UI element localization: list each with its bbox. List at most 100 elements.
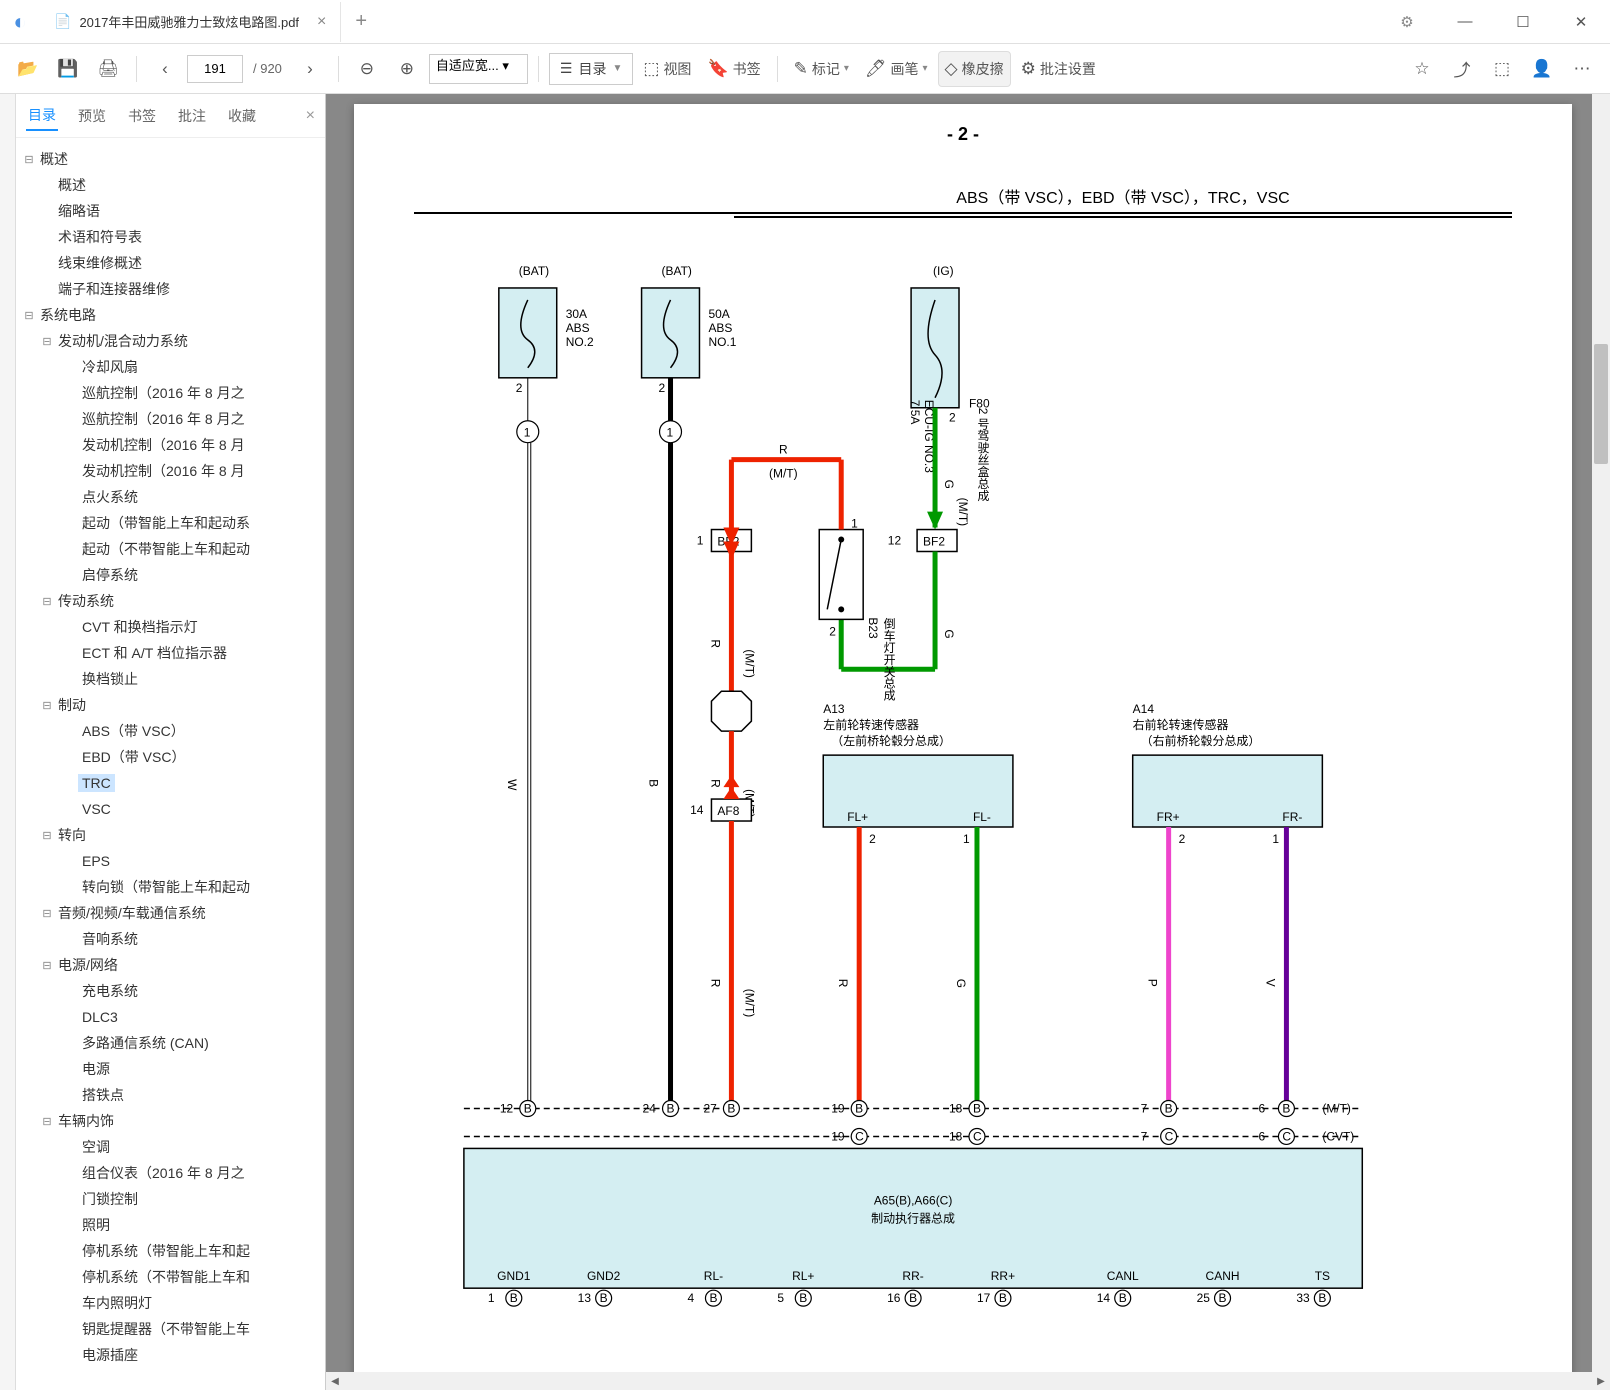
svg-text:C: C [1282, 1129, 1291, 1143]
toc-item[interactable]: 发动机控制（2016 年 8 月 [16, 432, 325, 458]
brush-button[interactable]: 🖊 画笔 ▾ [859, 51, 934, 87]
toc-toggle-icon[interactable]: ⊟ [40, 699, 54, 712]
toc-item[interactable]: 巡航控制（2016 年 8 月之 [16, 406, 325, 432]
svg-text:12: 12 [888, 534, 902, 548]
toc-item[interactable]: 点火系统 [16, 484, 325, 510]
minimize-button[interactable]: — [1436, 0, 1494, 44]
toc-item[interactable]: 搭铁点 [16, 1082, 325, 1108]
scroll-left-icon[interactable]: ◀ [326, 1372, 344, 1390]
vertical-scrollbar[interactable] [1592, 94, 1610, 1372]
toc-toggle-icon[interactable]: ⊟ [40, 829, 54, 842]
toc-item[interactable]: ⊟转向 [16, 822, 325, 848]
toc-item[interactable]: ⊟传动系统 [16, 588, 325, 614]
toc-item[interactable]: 换档锁止 [16, 666, 325, 692]
toc-item[interactable]: 起动（不带智能上车和起动 [16, 536, 325, 562]
new-tab-button[interactable]: + [341, 10, 381, 33]
page-number-input[interactable] [187, 55, 243, 83]
toc-item[interactable]: ECT 和 A/T 档位指示器 [16, 640, 325, 666]
toc-item[interactable]: 车内照明灯 [16, 1290, 325, 1316]
horizontal-scrollbar[interactable]: ◀ ▶ [326, 1372, 1610, 1390]
tab-favorite[interactable]: 收藏 [226, 102, 258, 130]
toc-toggle-icon[interactable]: ⊟ [40, 335, 54, 348]
mark-button[interactable]: ✎ 标记 ▾ [788, 51, 855, 87]
toc-toggle-icon[interactable]: ⊟ [22, 153, 36, 166]
toc-item[interactable]: 起动（带智能上车和起动系 [16, 510, 325, 536]
user-icon[interactable]: 👤 [1524, 51, 1560, 87]
tab-bookmark[interactable]: 书签 [126, 102, 158, 130]
toc-item[interactable]: TRC [16, 770, 325, 796]
toc-item[interactable]: DLC3 [16, 1004, 325, 1030]
toc-item[interactable]: 线束维修概述 [16, 250, 325, 276]
toc-item[interactable]: 多路通信系统 (CAN) [16, 1030, 325, 1056]
settings-icon[interactable]: ⚙ [1378, 0, 1436, 44]
toc-item[interactable]: 冷却风扇 [16, 354, 325, 380]
close-window-button[interactable]: ✕ [1552, 0, 1610, 44]
toc-item[interactable]: 概述 [16, 172, 325, 198]
toc-item[interactable]: 充电系统 [16, 978, 325, 1004]
toc-toggle-icon[interactable]: ⊟ [40, 595, 54, 608]
toc-toggle-icon[interactable]: ⊟ [40, 1115, 54, 1128]
toc-item[interactable]: ⊟系统电路 [16, 302, 325, 328]
toc-item[interactable]: 术语和符号表 [16, 224, 325, 250]
scroll-right-icon[interactable]: ▶ [1592, 1372, 1610, 1390]
toc-item[interactable]: ⊟电源/网络 [16, 952, 325, 978]
view-mode-button[interactable]: ⬚ 视图 [637, 51, 697, 87]
print-icon[interactable]: 🖨 [90, 51, 126, 87]
save-icon[interactable]: 💾 [50, 51, 86, 87]
toc-toggle-icon[interactable]: ⊟ [40, 959, 54, 972]
toc-item[interactable]: ⊟车辆内饰 [16, 1108, 325, 1134]
zoom-select[interactable]: 自适应宽... ▾ [429, 54, 528, 84]
toc-item[interactable]: CVT 和换档指示灯 [16, 614, 325, 640]
prev-page-icon[interactable]: ‹ [147, 51, 183, 87]
toc-item[interactable]: 组合仪表（2016 年 8 月之 [16, 1160, 325, 1186]
annotation-settings-button[interactable]: ⚙ 批注设置 [1015, 51, 1102, 87]
toc-item[interactable]: 停机系统（带智能上车和起 [16, 1238, 325, 1264]
toc-item[interactable]: 端子和连接器维修 [16, 276, 325, 302]
close-sidebar-icon[interactable]: × [306, 107, 315, 125]
toc-item[interactable]: 巡航控制（2016 年 8 月之 [16, 380, 325, 406]
zoom-out-icon[interactable]: ⊖ [349, 51, 385, 87]
toc-item[interactable]: 钥匙提醒器（不带智能上车 [16, 1316, 325, 1342]
toc-item[interactable]: EPS [16, 848, 325, 874]
tab-annotation[interactable]: 批注 [176, 102, 208, 130]
svg-text:2: 2 [659, 381, 666, 395]
toc-item[interactable]: 停机系统（不带智能上车和 [16, 1264, 325, 1290]
zoom-in-icon[interactable]: ⊕ [389, 51, 425, 87]
tab-preview[interactable]: 预览 [76, 102, 108, 130]
toc-item[interactable]: ABS（带 VSC） [16, 718, 325, 744]
toc-item[interactable]: 电源 [16, 1056, 325, 1082]
toc-item[interactable]: 缩略语 [16, 198, 325, 224]
share-icon[interactable]: ⤴ [1444, 51, 1480, 87]
next-page-icon[interactable]: › [292, 51, 328, 87]
pdf-viewer[interactable]: - 2 - ABS（带 VSC），EBD（带 VSC），TRC，VSC (BAT… [326, 94, 1610, 1390]
toc-item[interactable]: ⊟概述 [16, 146, 325, 172]
toc-item[interactable]: 空调 [16, 1134, 325, 1160]
toc-item[interactable]: 门锁控制 [16, 1186, 325, 1212]
toc-item[interactable]: 电源插座 [16, 1342, 325, 1368]
star-icon[interactable]: ☆ [1404, 51, 1440, 87]
toc-dropdown[interactable]: ☰ 目录 ▼ [549, 53, 633, 85]
maximize-button[interactable]: ☐ [1494, 0, 1552, 44]
window-icon[interactable]: ⬚ [1484, 51, 1520, 87]
more-icon[interactable]: ⋯ [1564, 51, 1600, 87]
tab-toc[interactable]: 目录 [26, 101, 58, 131]
toc-item[interactable]: 发动机控制（2016 年 8 月 [16, 458, 325, 484]
toc-item[interactable]: 启停系统 [16, 562, 325, 588]
toc-item[interactable]: 照明 [16, 1212, 325, 1238]
scrollbar-thumb[interactable] [1594, 344, 1608, 464]
toc-item[interactable]: 转向锁（带智能上车和起动 [16, 874, 325, 900]
toc-item[interactable]: 音响系统 [16, 926, 325, 952]
toc-toggle-icon[interactable]: ⊟ [40, 907, 54, 920]
toc-item-label: 电源插座 [78, 1344, 142, 1366]
toc-toggle-icon[interactable]: ⊟ [22, 309, 36, 322]
open-file-icon[interactable]: 📂 [10, 51, 46, 87]
eraser-button[interactable]: ◇ 橡皮擦 [938, 51, 1011, 87]
toc-item[interactable]: ⊟音频/视频/车载通信系统 [16, 900, 325, 926]
bookmark-button[interactable]: 🔖 书签 [701, 51, 766, 87]
toc-item[interactable]: ⊟制动 [16, 692, 325, 718]
toc-item[interactable]: ⊟发动机/混合动力系统 [16, 328, 325, 354]
toc-item[interactable]: EBD（带 VSC） [16, 744, 325, 770]
toc-item[interactable]: VSC [16, 796, 325, 822]
document-tab[interactable]: 📄 2017年丰田威驰雅力士致炫电路图.pdf × [40, 2, 341, 42]
close-tab-icon[interactable]: × [317, 13, 326, 31]
